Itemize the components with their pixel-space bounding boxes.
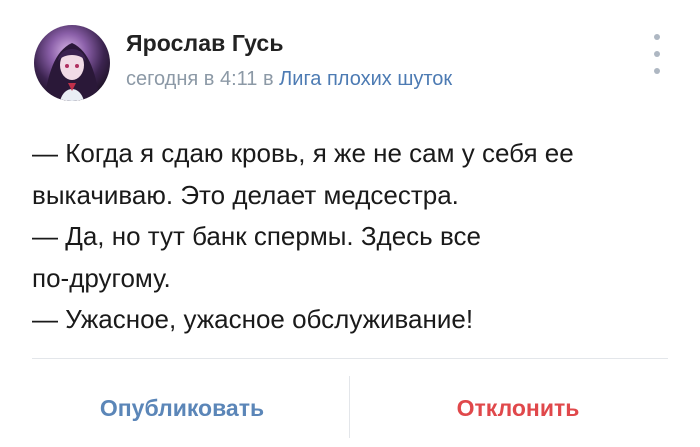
group-link[interactable]: Лига плохих шуток (279, 68, 452, 90)
more-dot (654, 51, 660, 57)
post-meta: сегодня в 4:11 в Лига плохих шуток (126, 68, 452, 91)
publish-button[interactable]: Опубликовать (32, 380, 332, 436)
post-text: — Когда я сдаю кровь, я же не сам у себя… (32, 133, 672, 341)
post-text-line: — Да, но тут банк спермы. Здесь все (32, 221, 481, 251)
more-dot (654, 34, 660, 40)
post-text-line: по-другому. (32, 262, 171, 293)
reject-button[interactable]: Отклонить (368, 380, 668, 436)
author-name[interactable]: Ярослав Гусь (126, 30, 284, 57)
more-icon[interactable] (648, 34, 666, 74)
post-text-line: — Когда я сдаю кровь, я же не сам у себя… (32, 138, 574, 168)
actions-divider (32, 358, 668, 359)
actions-vertical-divider (349, 376, 350, 438)
post-card: Ярослав Гусь сегодня в 4:11 в Лига плохи… (0, 0, 700, 447)
more-dot (654, 68, 660, 74)
post-text-line: — Ужасное, ужасное обслуживание! (32, 304, 474, 334)
post-time: сегодня в 4:11 (126, 68, 258, 90)
avatar[interactable] (34, 25, 110, 101)
post-meta-preposition: в (262, 68, 274, 90)
post-text-line: выкачиваю. Это делает медсестра. (32, 179, 459, 210)
